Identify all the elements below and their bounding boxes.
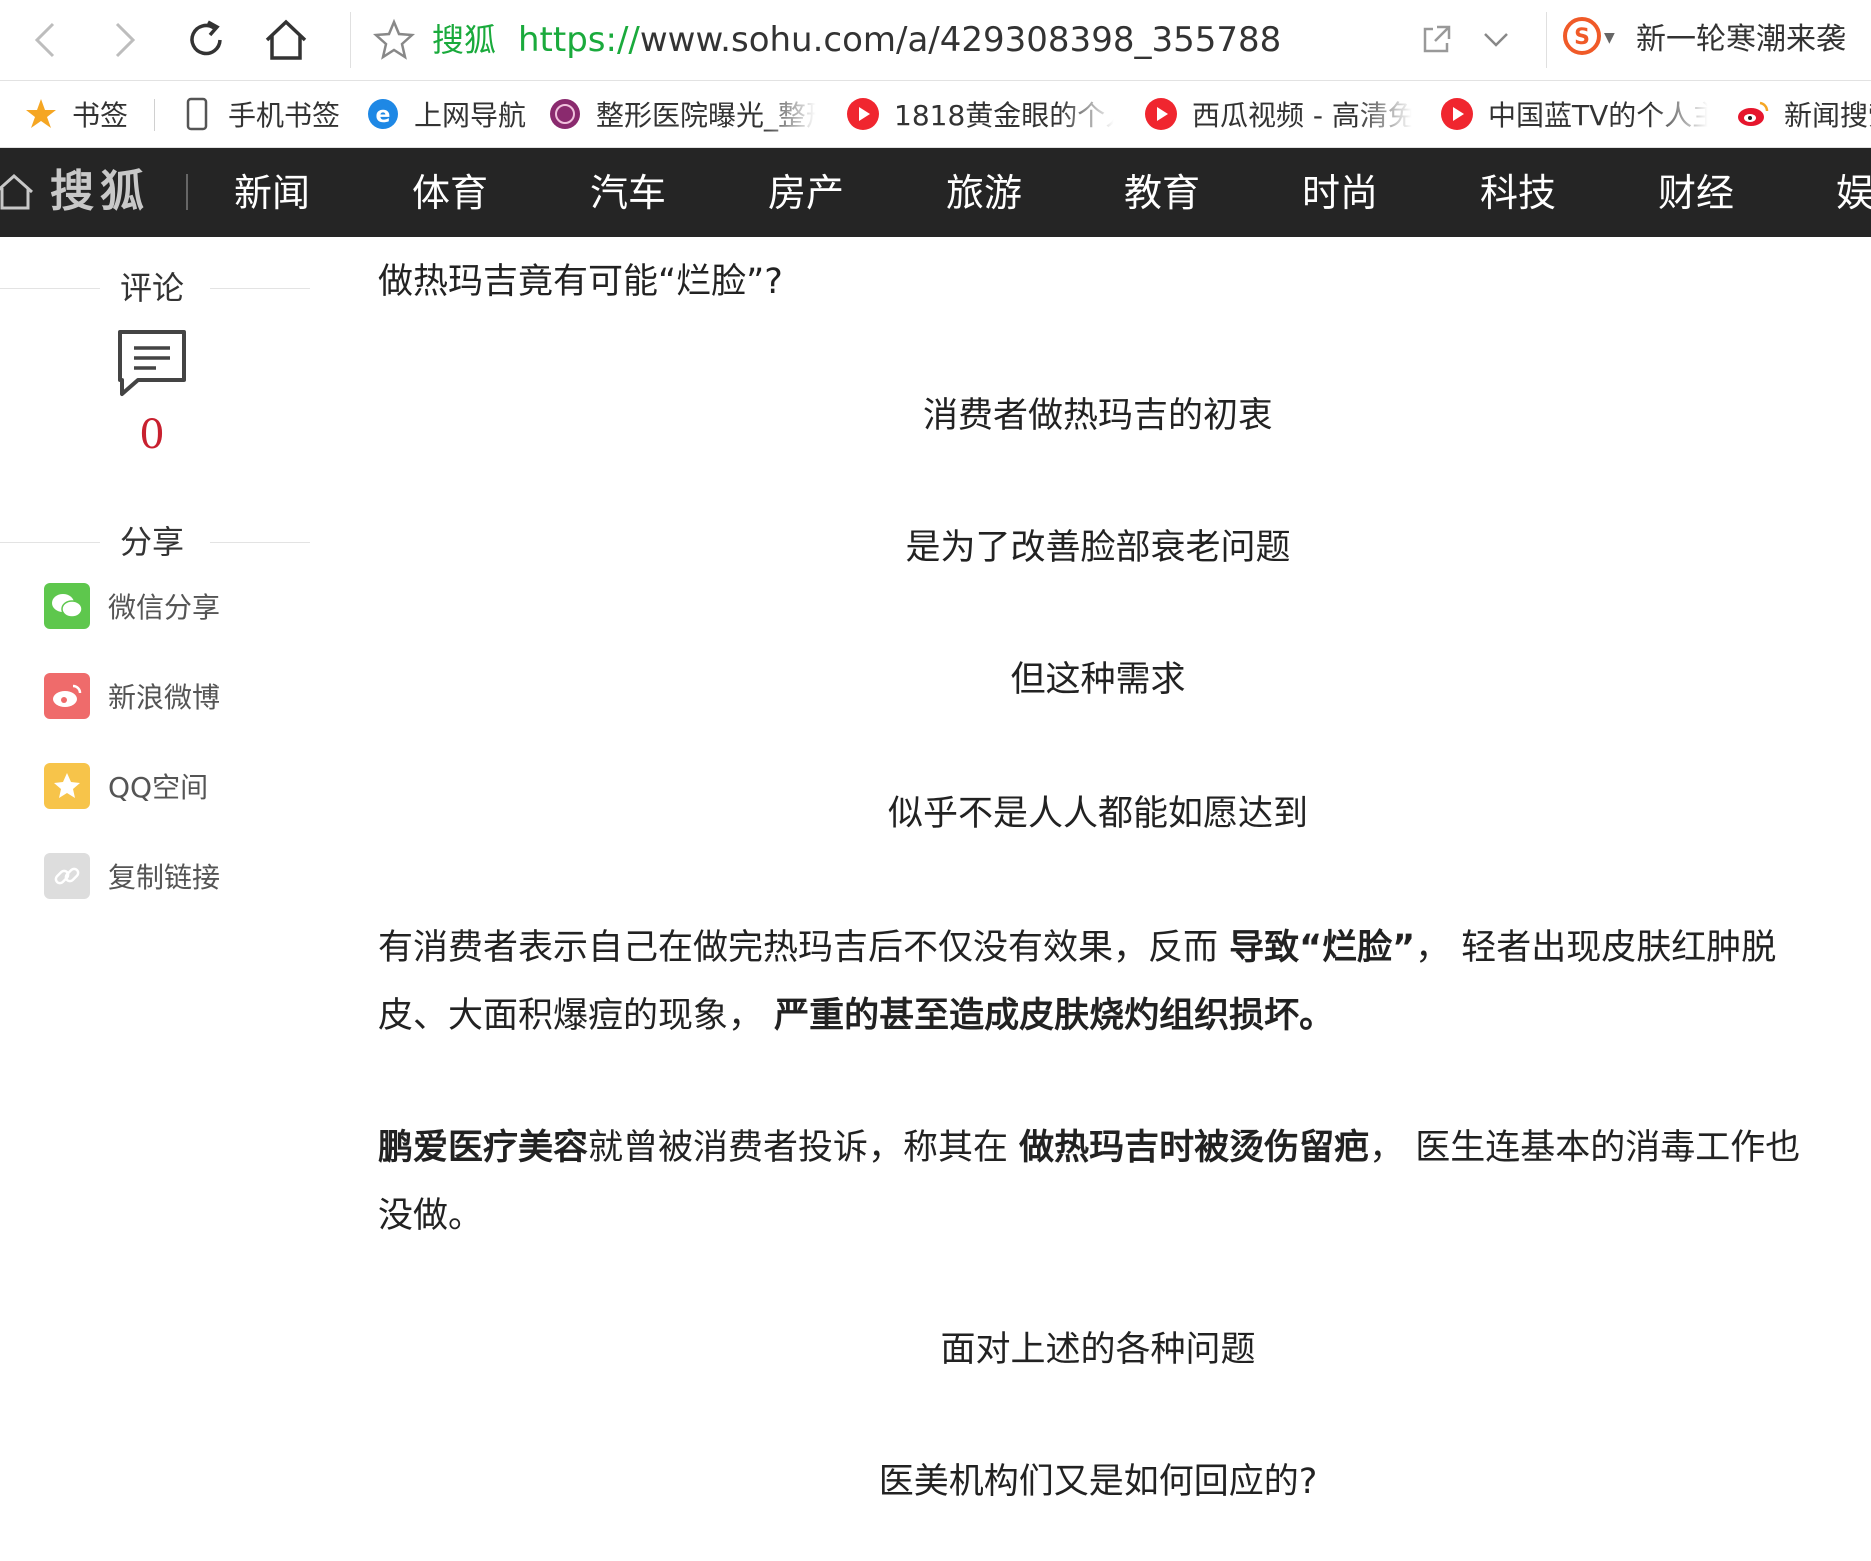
bookmark-star-button[interactable]: [372, 18, 416, 62]
heading-rule: [0, 288, 100, 289]
browser-toolbar: 搜狐 https://www.sohu.com/a/429308398_3557…: [0, 0, 1871, 81]
star-icon: [24, 97, 58, 131]
phone-icon: [180, 97, 214, 131]
site-identity: 搜狐: [432, 21, 497, 59]
article-centered-line: 但这种需求: [1010, 660, 1186, 700]
forward-arrow-icon: [115, 22, 136, 58]
nav-item-sports[interactable]: 体育: [412, 166, 488, 220]
back-button[interactable]: [18, 12, 74, 68]
search-suggestion[interactable]: 新一轮寒潮来袭: [1636, 18, 1846, 62]
share-wechat[interactable]: 微信分享: [44, 582, 220, 630]
heading-rule: [210, 288, 310, 289]
bookmarks-divider: [154, 99, 155, 131]
bookmark-item-1818[interactable]: 1818黄金眼的个人: [846, 89, 1114, 139]
share-weibo[interactable]: 新浪微博: [44, 672, 220, 720]
article-line: 做热玛吉竟有可能“烂脸”?: [378, 262, 783, 302]
paragraph-bold-text: 导致“烂脸”: [1229, 928, 1416, 968]
article-centered-line: 是为了改善脸部衰老问题: [905, 528, 1291, 568]
bookmark-item-bookmarks[interactable]: 书签: [24, 89, 128, 139]
wechat-icon: [44, 583, 90, 629]
paragraph-bold-text: 严重的甚至造成皮肤烧灼组织损坏。: [774, 996, 1335, 1036]
reload-button[interactable]: [178, 12, 234, 68]
nav-item-finance[interactable]: 财经: [1658, 166, 1734, 220]
url-field[interactable]: https://www.sohu.com/a/429308398_355788: [518, 18, 1281, 62]
nav-item-fashion[interactable]: 时尚: [1302, 166, 1378, 220]
address-dropdown-button[interactable]: [1474, 18, 1518, 62]
nav-item-news[interactable]: 新闻: [234, 166, 310, 220]
share-qzone[interactable]: QQ空间: [44, 762, 208, 810]
site-nav-bar: 搜狐 新闻 体育 汽车 房产 旅游 教育 时尚 科技 财经 娱: [0, 148, 1871, 237]
bookmarks-bar: 书签 手机书签 e 上网导航 整形医院曝光_整形 1818黄金眼的个人 西瓜视频…: [0, 81, 1871, 148]
nav-item-travel[interactable]: 旅游: [946, 166, 1022, 220]
play-icon: [1440, 97, 1474, 131]
article-centered-line: 消费者做热玛吉的初衷: [922, 396, 1273, 436]
hospital-badge-icon: [548, 97, 582, 131]
bookmark-item-nav[interactable]: e 上网导航: [366, 89, 526, 139]
comment-heading-text: 评论: [120, 269, 185, 307]
article-paragraph: 鹏爱医疗美容就曾被消费者投诉，称其在 做热玛吉时被烫伤留疤， 医生连基本的消毒工…: [378, 1114, 1808, 1250]
paragraph-bold-text: 鹏爱医疗美容: [378, 1128, 589, 1168]
search-engine-button[interactable]: S: [1562, 16, 1602, 56]
star-outline-icon: [372, 18, 416, 60]
share-page-button[interactable]: [1414, 18, 1458, 62]
toolbar-divider: [1546, 12, 1547, 68]
play-icon: [846, 97, 880, 131]
reload-icon: [190, 20, 222, 56]
forward-button[interactable]: [96, 12, 152, 68]
nav-item-entertainment[interactable]: 娱: [1836, 166, 1871, 220]
bookmark-item-news-search[interactable]: 新闻搜索: [1736, 89, 1871, 139]
site-logo[interactable]: 搜狐: [50, 164, 150, 220]
svg-text:e: e: [376, 103, 391, 128]
article-centered-line: 似乎不是人人都能如愿达到: [887, 794, 1308, 834]
qzone-star-icon: [44, 763, 90, 809]
heading-rule: [210, 542, 310, 543]
weibo-icon: [1736, 97, 1770, 131]
bookmark-item-hospital[interactable]: 整形医院曝光_整形: [548, 89, 816, 139]
paragraph-text: 有消费者表示自己在做完热玛吉后不仅没有效果，反而: [378, 928, 1230, 968]
back-arrow-icon: [34, 22, 55, 58]
play-icon: [1144, 97, 1178, 131]
logo-divider: [186, 174, 188, 210]
ie-icon: e: [366, 97, 400, 131]
chevron-down-icon: [1484, 33, 1508, 47]
share-copy-link[interactable]: 复制链接: [44, 852, 220, 900]
article-paragraph: 有消费者表示自己在做完热玛吉后不仅没有效果，反而 导致“烂脸”， 轻者出现皮肤红…: [378, 914, 1808, 1050]
toolbar-divider: [350, 12, 351, 68]
sogou-logo-icon: S: [1563, 17, 1601, 55]
nav-item-education[interactable]: 教育: [1124, 166, 1200, 220]
search-engine-caret-icon[interactable]: ▼: [1604, 30, 1615, 46]
bookmark-item-mobile[interactable]: 手机书签: [180, 89, 340, 139]
share-out-icon: [1423, 25, 1451, 53]
nav-item-house[interactable]: 房产: [768, 166, 844, 220]
article-centered-line: 医美机构们又是如何回应的?: [878, 1462, 1318, 1502]
comment-count[interactable]: 0: [116, 410, 188, 460]
url-path: www.sohu.com/a/429308398_355788: [639, 20, 1282, 60]
bookmark-item-zglan[interactable]: 中国蓝TV的个人主: [1440, 89, 1708, 139]
home-button[interactable]: [258, 12, 314, 68]
paragraph-bold-text: 做热玛吉时被烫伤留疤: [1019, 1128, 1370, 1168]
link-icon: [44, 853, 90, 899]
nav-item-auto[interactable]: 汽车: [590, 166, 666, 220]
home-outline-icon[interactable]: [0, 170, 34, 214]
comment-icon[interactable]: [116, 328, 188, 398]
share-heading: 分享: [0, 522, 310, 562]
url-scheme: https://: [518, 20, 640, 60]
paragraph-text: 就曾被消费者投诉，称其在: [588, 1128, 1020, 1168]
comment-heading: 评论: [0, 268, 310, 308]
weibo-icon: [44, 673, 90, 719]
svg-text:S: S: [1574, 25, 1590, 50]
heading-rule: [0, 542, 100, 543]
nav-item-tech[interactable]: 科技: [1480, 166, 1556, 220]
article-centered-line: 面对上述的各种问题: [940, 1330, 1256, 1370]
home-icon: [265, 19, 307, 60]
share-heading-text: 分享: [120, 523, 185, 561]
bookmark-item-xigua[interactable]: 西瓜视频 - 高清免: [1144, 89, 1412, 139]
